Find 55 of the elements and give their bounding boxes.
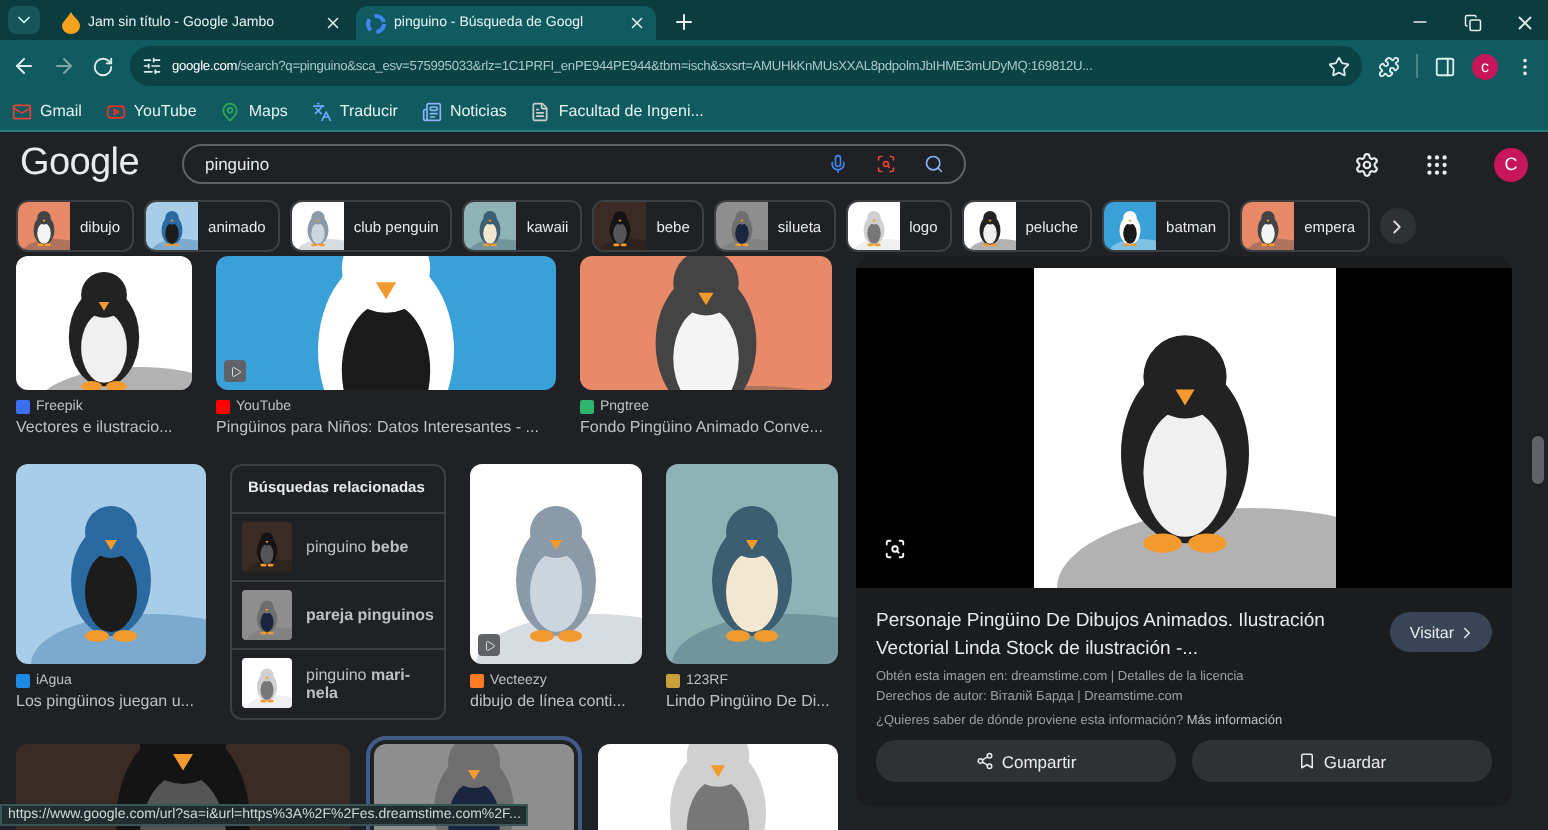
related-text: pinguino mari-nela — [306, 665, 413, 701]
back-icon[interactable] — [12, 54, 36, 78]
bookmark[interactable]: Facultad de Ingeni... — [530, 101, 704, 121]
account-avatar[interactable]: C — [1494, 147, 1528, 181]
bookmark-icon — [1297, 752, 1316, 770]
result-title[interactable]: Fondo Pingüino Animado Conve... — [580, 418, 832, 436]
mail-icon — [12, 101, 32, 121]
related-search[interactable]: pinguino bebe — [232, 512, 444, 580]
site-info-icon[interactable] — [142, 56, 162, 76]
next-button[interactable] — [1379, 208, 1416, 244]
save-button[interactable]: Guardar — [1192, 740, 1492, 782]
page-icon — [530, 101, 551, 121]
bookmark[interactable]: Traducir — [311, 101, 398, 121]
chevron-right-icon — [1458, 623, 1476, 641]
related-text: pinguino bebe — [306, 538, 409, 556]
search-icon[interactable] — [924, 154, 945, 174]
result-title[interactable]: Lindo Pingüino De Di... — [666, 692, 838, 710]
lens-icon[interactable] — [884, 538, 906, 560]
profile-avatar[interactable]: c — [1472, 53, 1498, 79]
apps-icon[interactable] — [1424, 151, 1450, 177]
extensions-icon[interactable] — [1378, 55, 1400, 77]
bookmark[interactable]: YouTube — [105, 101, 197, 121]
side-panel-icon[interactable] — [1434, 55, 1456, 77]
flame-icon — [62, 12, 80, 34]
bookmark[interactable]: Noticias — [421, 101, 507, 121]
image-title[interactable]: Personaje Pingüino De Dibujos Animados. Ilustración Vectorial Linda Stock de ilustración -... — [876, 608, 1366, 664]
result-title[interactable]: Vectores e ilustracio... — [16, 418, 192, 436]
share-button[interactable]: Compartir — [876, 740, 1176, 782]
close-icon[interactable] — [324, 14, 342, 32]
close-icon[interactable] — [628, 14, 646, 32]
visit-button[interactable]: Visitar — [1389, 612, 1492, 652]
newspaper-icon — [421, 101, 442, 121]
translate-icon — [311, 101, 332, 121]
related-search[interactable]: pareja pinguinos — [232, 580, 444, 648]
bookmark[interactable]: Gmail — [12, 101, 82, 121]
settings-icon[interactable] — [1354, 151, 1380, 177]
new-tab-icon[interactable] — [672, 10, 696, 34]
result-title[interactable]: dibujo de línea conti... — [470, 692, 642, 710]
play-icon — [105, 101, 126, 121]
google-logo[interactable]: Google — [20, 142, 139, 186]
share-icon — [975, 752, 994, 770]
result-title[interactable]: Los pingüinos juegan u... — [16, 692, 206, 710]
related-search[interactable]: pinguino mari-nela — [232, 648, 444, 716]
scrollbar-thumb[interactable] — [1532, 436, 1544, 484]
tab-search-button[interactable] — [8, 6, 40, 34]
star-icon[interactable] — [1328, 55, 1350, 77]
result-title[interactable]: Pingüinos para Niños: Datos Interesantes - ... — [216, 418, 556, 436]
forward-icon[interactable] — [52, 54, 76, 78]
map-pin-icon — [220, 101, 241, 121]
bookmark[interactable]: Maps — [220, 101, 288, 121]
reload-icon[interactable] — [92, 55, 114, 77]
camera-search-icon[interactable] — [876, 154, 897, 174]
related-text: pareja pinguinos — [306, 606, 434, 624]
search-field[interactable]: pinguino — [182, 144, 967, 184]
microphone-icon[interactable] — [828, 154, 849, 174]
